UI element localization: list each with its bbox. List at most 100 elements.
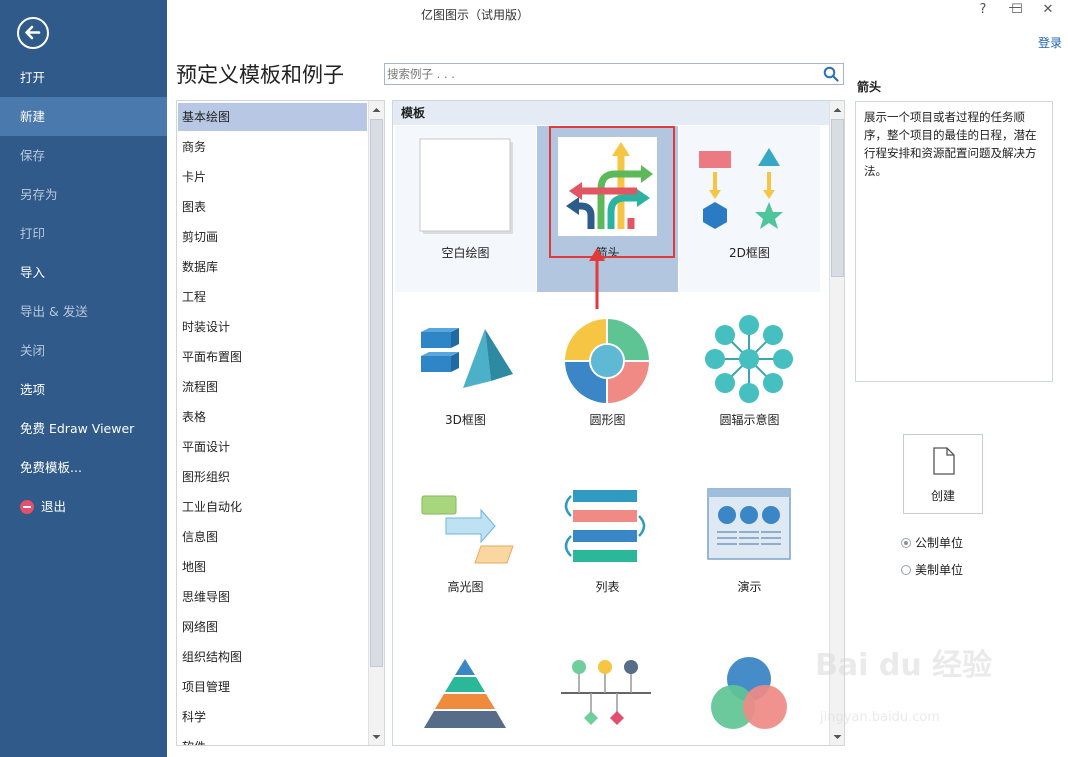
annotation-arrow-icon (589, 248, 605, 309)
scroll-down-icon[interactable] (369, 730, 384, 744)
scroll-up-icon[interactable] (830, 103, 845, 117)
category-item[interactable]: 软件 (178, 733, 367, 745)
category-item[interactable]: 流程图 (178, 373, 367, 401)
sidebar-item-exit-label: 退出 (41, 499, 67, 514)
unit-label: 美制单位 (915, 563, 964, 577)
back-arrow-icon (25, 25, 41, 40)
templates-scroll-thumb[interactable] (831, 119, 844, 277)
pyramid-icon (424, 659, 506, 728)
presentation-icon (707, 488, 791, 560)
watermark: Bai du 经验 jingyan.baidu.com (815, 640, 1015, 735)
sidebar-item-print[interactable]: 打印 (0, 214, 167, 253)
sidebar-item-export-send[interactable]: 导出 & 发送 (0, 292, 167, 331)
3d-block-icon (421, 328, 513, 388)
template-tile-blank[interactable]: 空白绘图 (395, 126, 536, 292)
unit-option-us[interactable]: 美制单位 (901, 561, 963, 578)
description-box: 展示一个项目或者过程的任务顺序，整个项目的最佳的日程，潜在行程安排和资源配置问题… (855, 101, 1053, 382)
sidebar-item-new[interactable]: 新建 (0, 97, 167, 136)
circle-diagram-icon (565, 319, 649, 403)
category-list: 基本绘图 商务 卡片 图表 剪切画 数据库 工程 时装设计 平面布置图 流程图 表格 平面设计 图形组织… (176, 100, 385, 746)
template-tile-pyramid[interactable] (395, 627, 536, 745)
template-tile-highlight[interactable]: 高光图 (395, 460, 536, 626)
search-box (384, 63, 844, 85)
sidebar-item-import[interactable]: 导入 (0, 253, 167, 292)
template-label: 空白绘图 (441, 246, 490, 260)
timeline-icon (561, 660, 651, 725)
category-item[interactable]: 卡片 (178, 163, 367, 191)
sidebar-item-exit[interactable]: 退出 (0, 487, 167, 526)
template-tile-list[interactable]: 列表 (537, 460, 678, 626)
sidebar-item-save-as[interactable]: 另存为 (0, 175, 167, 214)
category-item[interactable]: 商务 (178, 133, 367, 161)
category-item[interactable]: 思维导图 (178, 583, 367, 611)
unit-label: 公制单位 (915, 536, 964, 550)
page-title: 预定义模板和例子 (176, 63, 344, 87)
search-input[interactable] (387, 66, 817, 82)
category-item[interactable]: 组织结构图 (178, 643, 367, 671)
category-item[interactable]: 基本绘图 (178, 103, 367, 131)
category-item[interactable]: 平面设计 (178, 433, 367, 461)
radial-diagram-icon (705, 315, 793, 403)
create-button[interactable]: 创建 (903, 434, 983, 514)
sidebar-item-save[interactable]: 保存 (0, 136, 167, 175)
watermark-url: jingyan.baidu.com (820, 710, 940, 725)
template-tile-radial[interactable]: 圆辐示意图 (679, 293, 820, 459)
watermark-text: Bai du 经验 (815, 648, 993, 683)
category-scrollbar[interactable] (368, 101, 384, 745)
template-label: 列表 (595, 580, 620, 594)
radio-icon[interactable] (901, 564, 911, 575)
unit-option-metric[interactable]: 公制单位 (901, 534, 963, 551)
close-icon[interactable]: ✕ (1033, 2, 1063, 20)
highlight-diagram-icon (421, 495, 514, 564)
category-item[interactable]: 信息图 (178, 523, 367, 551)
exit-icon (20, 499, 34, 514)
category-item[interactable]: 图表 (178, 193, 367, 221)
sidebar-item-close[interactable]: 关闭 (0, 331, 167, 370)
category-item[interactable]: 工程 (178, 283, 367, 311)
venn-icon (711, 657, 787, 729)
create-button-label: 创建 (930, 489, 955, 503)
category-item[interactable]: 网络图 (178, 613, 367, 641)
category-item[interactable]: 时装设计 (178, 313, 367, 341)
sidebar-item-open[interactable]: 打开 (0, 58, 167, 97)
category-item[interactable]: 工业自动化 (178, 493, 367, 521)
back-button[interactable] (17, 17, 49, 49)
template-tile-presentation[interactable]: 演示 (679, 460, 820, 626)
category-item[interactable]: 科学 (178, 703, 367, 731)
template-tile-timeline[interactable] (537, 627, 678, 745)
sidebar: 打开 新建 保存 另存为 打印 导入 导出 & 发送 关闭 选项 免费 Edra… (0, 0, 167, 757)
window-title: 亿图图示（试用版） (420, 8, 529, 22)
template-tile-3d-block[interactable]: 3D框图 (395, 293, 536, 459)
templates-header: 模板 (393, 101, 829, 125)
template-tile-2d-block[interactable]: 2D框图 (679, 126, 820, 292)
template-label: 高光图 (447, 580, 484, 594)
2d-block-icon (699, 148, 783, 229)
sidebar-item-options[interactable]: 选项 (0, 370, 167, 409)
login-link[interactable]: 登录 (1038, 34, 1062, 51)
template-tile-circle[interactable]: 圆形图 (537, 293, 678, 459)
category-item[interactable]: 表格 (178, 403, 367, 431)
template-label: 3D框图 (445, 413, 486, 427)
category-item[interactable]: 剪切画 (178, 223, 367, 251)
search-icon[interactable] (823, 66, 839, 82)
sidebar-item-free-templates[interactable]: 免费模板... (0, 448, 167, 487)
template-label: 圆形图 (589, 413, 626, 427)
list-icon (564, 490, 646, 562)
new-document-icon (933, 447, 955, 475)
category-item[interactable]: 平面布置图 (178, 343, 367, 371)
radio-icon[interactable] (901, 537, 911, 548)
help-icon[interactable]: ? (968, 2, 998, 20)
scroll-up-icon[interactable] (369, 103, 384, 117)
template-tile-venn[interactable] (679, 627, 820, 745)
template-label: 2D框图 (729, 246, 770, 260)
template-label: 圆辐示意图 (719, 413, 780, 427)
sidebar-item-edraw-viewer[interactable]: 免费 Edraw Viewer (0, 409, 167, 448)
category-item[interactable]: 地图 (178, 553, 367, 581)
maximize-icon[interactable]: ☐ (1002, 2, 1032, 20)
blank-page-icon (419, 138, 513, 234)
category-item[interactable]: 项目管理 (178, 673, 367, 701)
annotation-highlight-box (549, 126, 675, 258)
category-item[interactable]: 图形组织 (178, 463, 367, 491)
category-scroll-thumb[interactable] (370, 119, 383, 667)
category-item[interactable]: 数据库 (178, 253, 367, 281)
